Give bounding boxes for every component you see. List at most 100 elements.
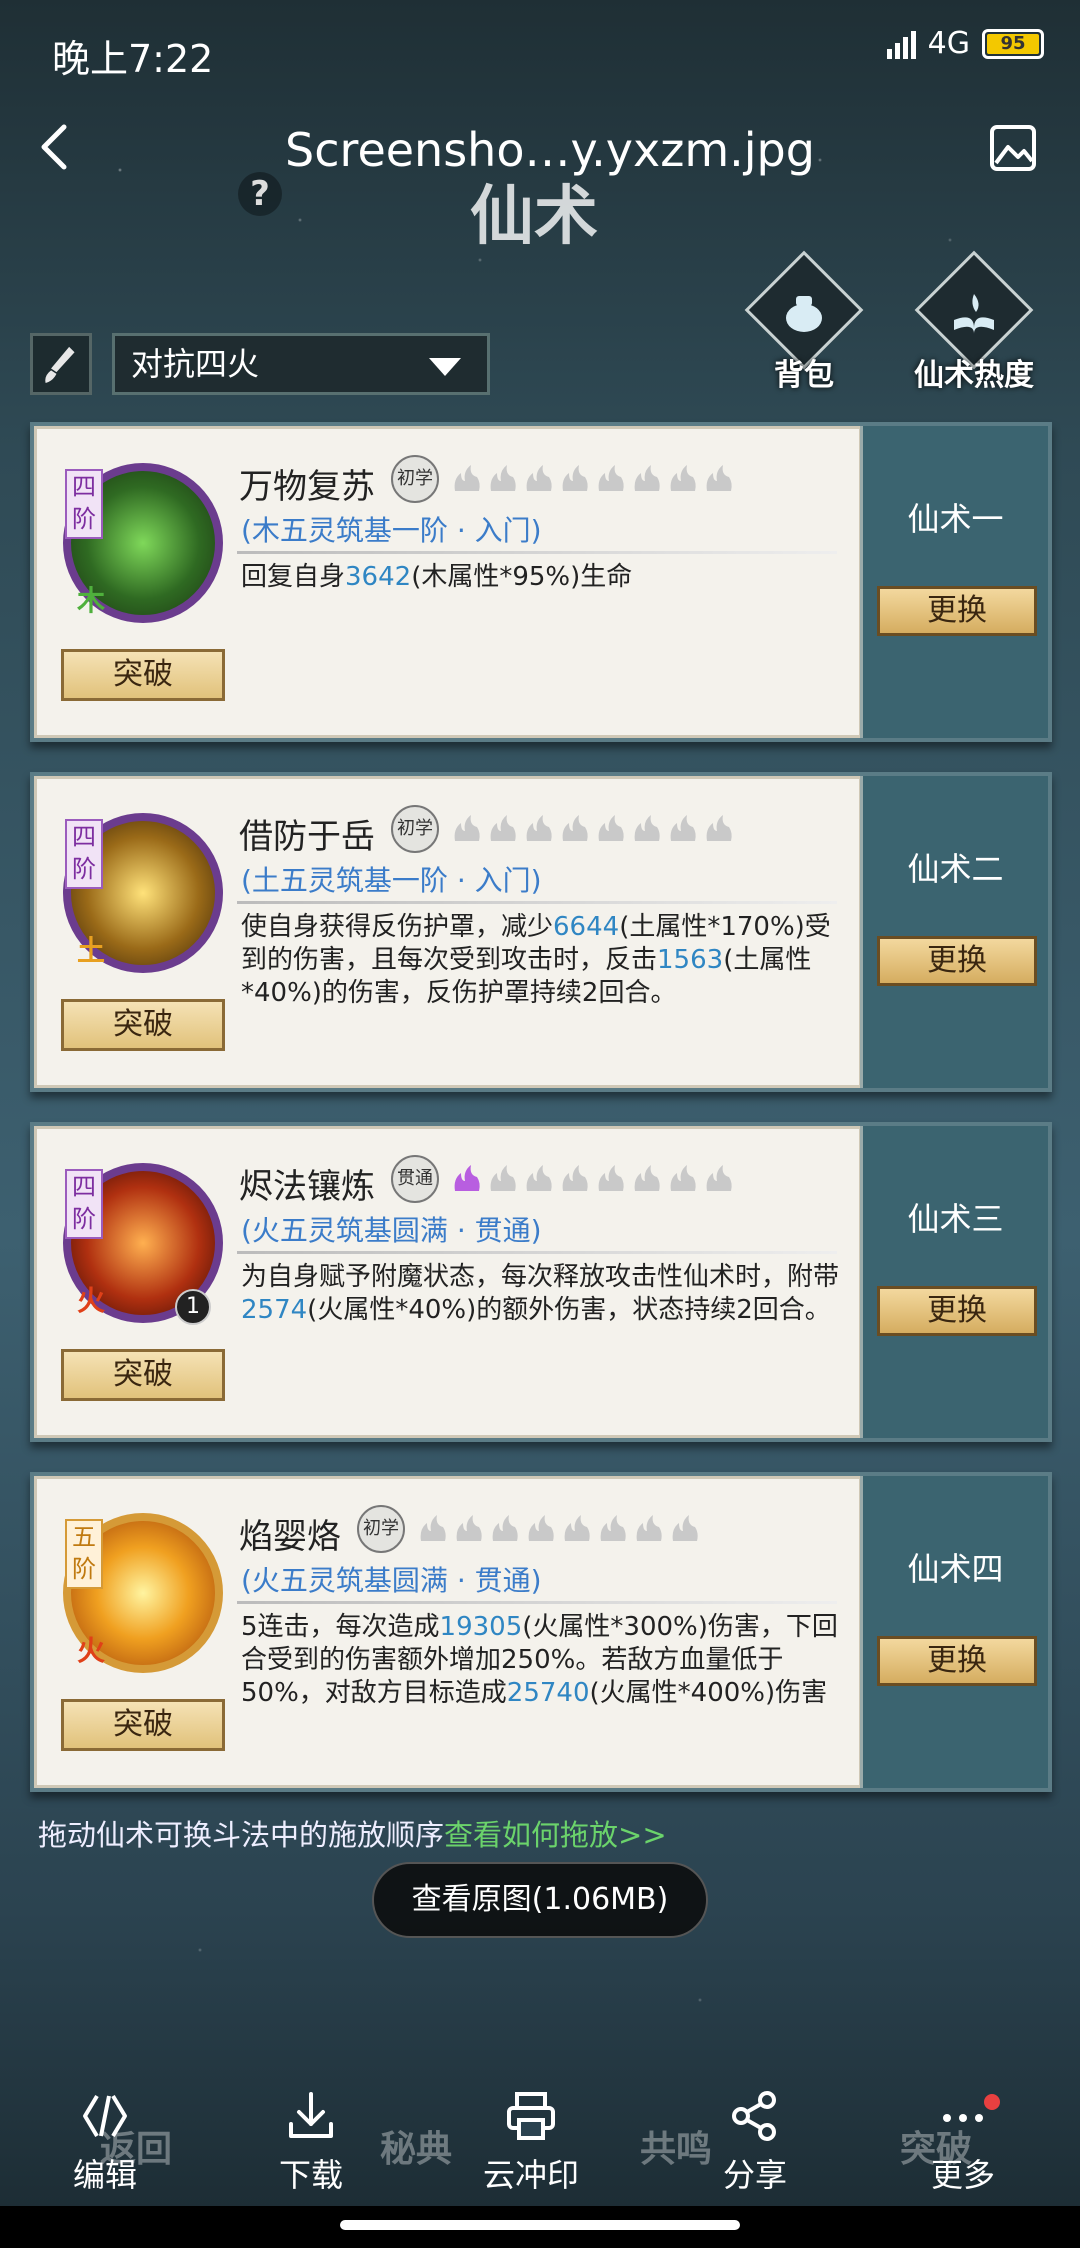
desc-text: 回复自身	[241, 562, 346, 592]
flame-rating-icons	[417, 1513, 701, 1543]
printer-icon	[507, 2092, 555, 2140]
view-original-button[interactable]: 查看原图(1.06MB)	[372, 1862, 708, 1938]
skill-description: 回复自身3642(木属性*95%)生命	[241, 561, 841, 594]
skill-card[interactable]: 四阶土突破 借防于岳 初学 (土五灵筑基一阶 · 入门) 使自身获得反伤护罩，减少664…	[30, 772, 1052, 1092]
skill-card[interactable]: 五阶火突破 焰婴烙 初学 (火五灵筑基圆满 · 贯通) 5连击，每次造成19305(火属…	[30, 1472, 1052, 1792]
tier-badge: 四阶	[65, 819, 103, 889]
more-label: 更多	[930, 2156, 995, 2194]
back-arrow-icon[interactable]	[26, 117, 86, 177]
brush-icon	[45, 346, 75, 383]
download-button[interactable]: 下载	[236, 2088, 386, 2196]
skill-info: 四阶土突破 借防于岳 初学 (土五灵筑基一阶 · 入门) 使自身获得反伤护罩，减少664…	[34, 776, 862, 1088]
desc-text: (木属性*95%)生命	[411, 562, 633, 592]
heat-button[interactable]: 仙术热度	[914, 250, 1034, 393]
skill-description: 使自身获得反伤护罩，减少6644(土属性*170%)受到的伤害，且每次受到攻击时…	[241, 911, 841, 1010]
status-bar: 晚上7:22 4G 95	[0, 0, 1080, 95]
help-icon[interactable]: ?	[238, 172, 282, 216]
skill-description: 为自身赋予附魔状态，每次释放攻击性仙术时，附带2574(火属性*40%)的额外伤…	[241, 1261, 841, 1327]
screen: 晚上7:22 4G 95 Screensho…y.yxzm.jpg ? 仙术 对…	[0, 0, 1080, 2248]
skill-name: 烬法镶炼	[239, 1167, 375, 1207]
status-indicators: 4G 95	[886, 26, 1044, 61]
print-button[interactable]: 云冲印	[456, 2088, 606, 2196]
breakthrough-button[interactable]: 突破	[61, 1699, 225, 1751]
damage-value: 19305	[439, 1612, 523, 1642]
skill-card[interactable]: 四阶火 1 突破 烬法镶炼 贯通 (火五灵筑基圆满 · 贯通) 为自身赋予附魔状态，每次释放…	[30, 1122, 1052, 1442]
skill-realm: (木五灵筑基一阶 · 入门)	[241, 514, 542, 547]
share-button[interactable]: 分享	[680, 2088, 830, 2196]
signal-icon	[886, 29, 916, 59]
edit-button[interactable]: 编辑	[30, 2088, 180, 2196]
damage-value: 25740	[506, 1678, 590, 1708]
viewer-toolbar: 编辑 下载 云冲印 分享 更多	[0, 2070, 1080, 2210]
damage-value: 3642	[345, 562, 412, 592]
rank-seal: 初学	[357, 1505, 405, 1553]
drag-hint-text: 拖动仙术可换斗法中的施放顺序	[38, 1818, 445, 1852]
replace-button[interactable]: 更换	[877, 586, 1037, 636]
skill-info: 四阶木突破 万物复苏 初学 (木五灵筑基一阶 · 入门) 回复自身3642(木属性*95…	[34, 426, 862, 738]
battery-level: 95	[987, 33, 1039, 54]
skill-description: 5连击，每次造成19305(火属性*300%)伤害，下回合受到的伤害额外增加25…	[241, 1611, 841, 1710]
desc-text: 5连击，每次造成	[241, 1612, 440, 1642]
more-button[interactable]: 更多	[888, 2088, 1038, 2196]
bag-label: 背包	[774, 358, 834, 393]
page-title: 仙术	[470, 179, 598, 254]
network-type: 4G	[927, 26, 970, 61]
element-label: 火	[77, 1634, 106, 1667]
replace-button[interactable]: 更换	[877, 936, 1037, 986]
damage-value: 1563	[657, 945, 724, 975]
divider	[237, 901, 837, 904]
slot-panel: 仙术四 更换	[860, 1476, 1048, 1788]
skill-realm: (土五灵筑基一阶 · 入门)	[241, 864, 542, 897]
flame-rating-icons	[451, 1163, 735, 1193]
slot-panel: 仙术二 更换	[860, 776, 1048, 1088]
chevron-down-icon	[429, 358, 461, 376]
notification-dot	[984, 2094, 1000, 2110]
slot-panel: 仙术一 更换	[860, 426, 1048, 738]
element-label: 土	[77, 934, 106, 967]
skill-name: 万物复苏	[239, 467, 375, 507]
desc-text: (火属性*400%)伤害	[589, 1678, 828, 1708]
heat-label: 仙术热度	[914, 358, 1034, 393]
damage-value: 6644	[553, 912, 620, 942]
desc-text: 使自身获得反伤护罩，减少	[241, 912, 554, 942]
slot-label: 仙术二	[907, 850, 1004, 888]
breakthrough-button[interactable]: 突破	[61, 999, 225, 1051]
damage-value: 2574	[241, 1295, 308, 1325]
element-label: 木	[77, 584, 106, 617]
image-icon[interactable]	[988, 123, 1038, 173]
rank-seal: 初学	[391, 455, 439, 503]
bag-button[interactable]: 背包	[744, 250, 864, 393]
drag-hint: 拖动仙术可换斗法中的施放顺序查看如何拖放>>	[38, 1812, 667, 1854]
bag-icon	[786, 296, 822, 332]
divider	[237, 1601, 837, 1604]
breakthrough-button[interactable]: 突破	[61, 649, 225, 701]
desc-text: 为自身赋予附魔状态，每次释放攻击性仙术时，附带	[241, 1262, 840, 1292]
more-icon	[943, 2114, 983, 2122]
slot-panel: 仙术三 更换	[860, 1126, 1048, 1438]
edit-label: 编辑	[72, 2156, 137, 2194]
skill-name: 借防于岳	[239, 817, 375, 857]
replace-button[interactable]: 更换	[877, 1636, 1037, 1686]
share-icon	[732, 2091, 776, 2141]
slot-label: 仙术四	[907, 1550, 1004, 1588]
preset-value: 对抗四火	[131, 345, 260, 383]
flame-rating-icons	[451, 463, 735, 493]
preset-dropdown[interactable]: 对抗四火	[112, 333, 490, 395]
battery-icon: 95	[982, 28, 1044, 59]
count-badge: 1	[175, 1289, 211, 1325]
print-label: 云冲印	[482, 2156, 579, 2194]
divider	[237, 551, 837, 554]
brush-button[interactable]	[30, 333, 92, 395]
skill-card[interactable]: 四阶木突破 万物复苏 初学 (木五灵筑基一阶 · 入门) 回复自身3642(木属性*95…	[30, 422, 1052, 742]
home-indicator[interactable]	[340, 2220, 740, 2230]
drag-help-link[interactable]: 查看如何拖放>>	[444, 1818, 667, 1852]
slot-label: 仙术三	[907, 1200, 1004, 1238]
edit-icon	[83, 2094, 127, 2138]
skill-realm: (火五灵筑基圆满 · 贯通)	[241, 1564, 542, 1597]
replace-button[interactable]: 更换	[877, 1286, 1037, 1336]
share-label: 分享	[722, 2156, 787, 2194]
status-time: 晚上7:22	[52, 37, 214, 81]
skill-info: 四阶火 1 突破 烬法镶炼 贯通 (火五灵筑基圆满 · 贯通) 为自身赋予附魔状态，每次释放…	[34, 1126, 862, 1438]
desc-text: (火属性*40%)的额外伤害，状态持续2回合。	[307, 1295, 831, 1325]
breakthrough-button[interactable]: 突破	[61, 1349, 225, 1401]
